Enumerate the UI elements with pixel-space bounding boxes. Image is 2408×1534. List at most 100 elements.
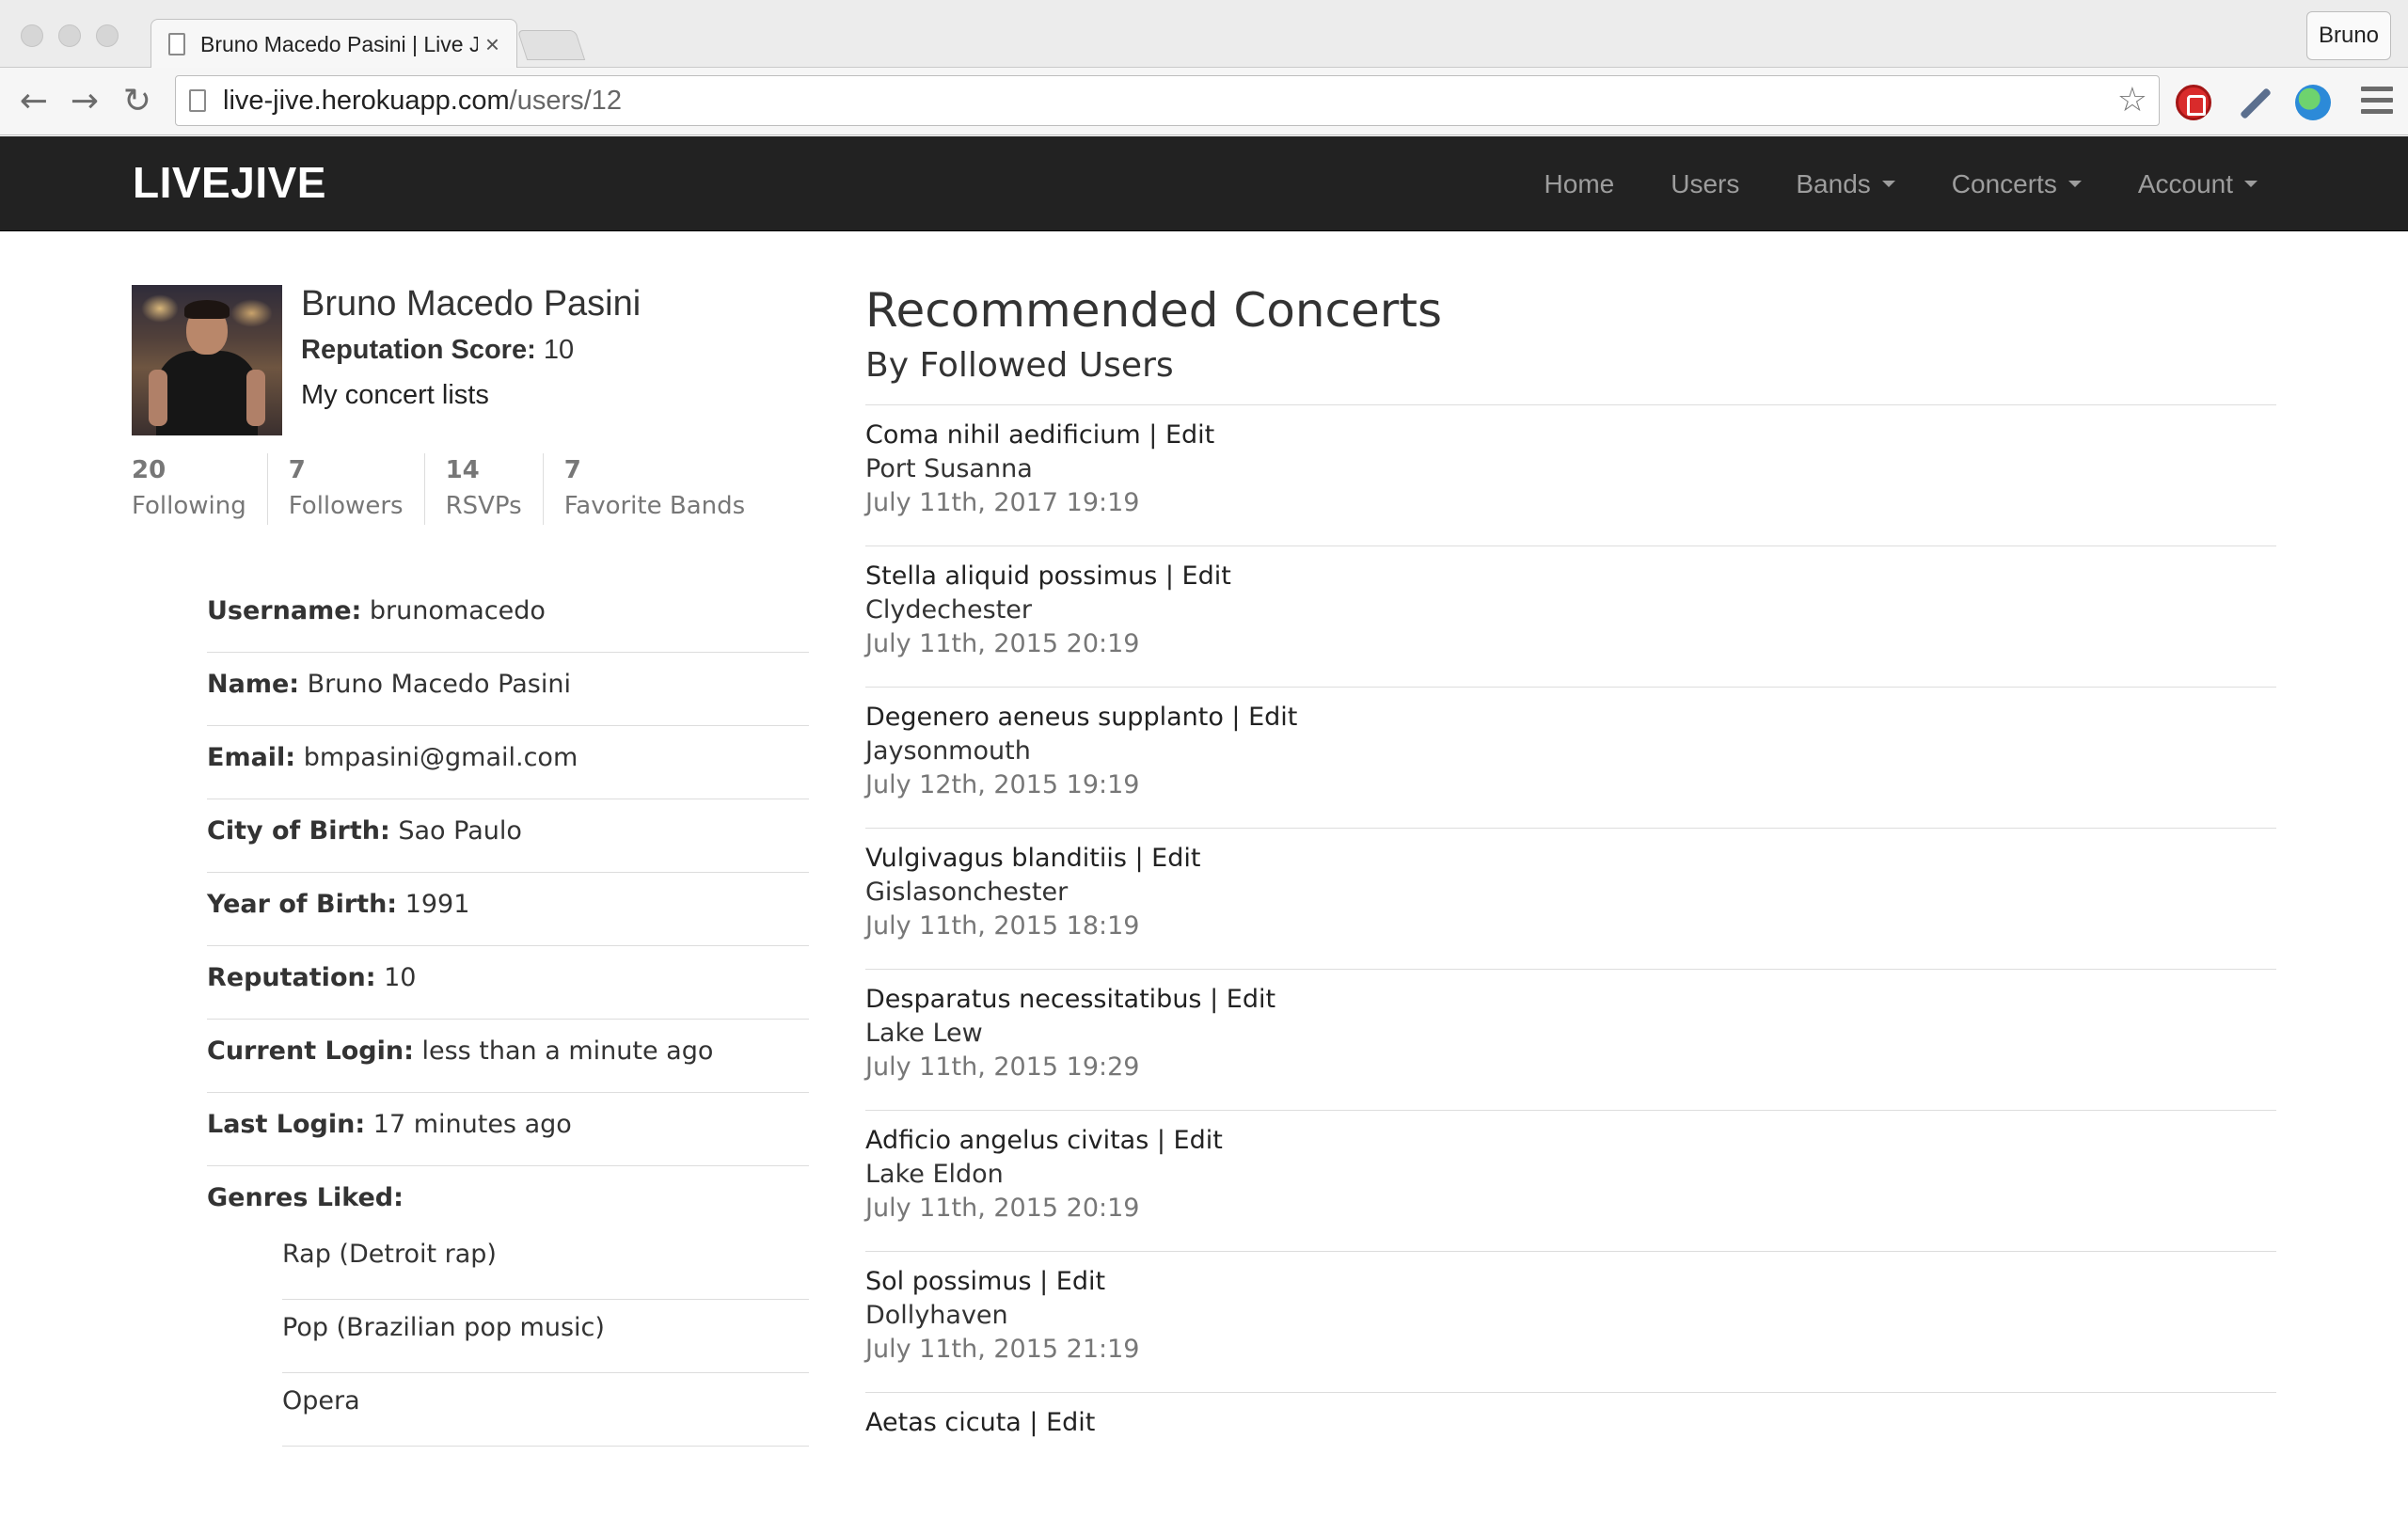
stat-favorite-bands-label: Favorite Bands [563, 492, 746, 520]
stat-following[interactable]: 20 Following [132, 453, 268, 525]
detail-current-login: Current Login: less than a minute ago [207, 1020, 809, 1093]
concert-date: July 12th, 2015 19:19 [865, 770, 1140, 799]
concert-city: Port Susanna [865, 454, 1033, 483]
genre-item: Rap (Detroit rap) [282, 1226, 809, 1300]
stat-following-label: Following [132, 492, 246, 520]
detail-value: less than a minute ago [421, 1036, 714, 1066]
concert-item: Vulgivagus blanditiis | Edit Gislasonche… [865, 829, 2276, 970]
window-close-button[interactable] [21, 24, 43, 47]
nav-concerts-dropdown[interactable]: Concerts [1952, 169, 2082, 199]
tab-close-icon[interactable]: × [485, 30, 499, 59]
concert-item: Coma nihil aedificium | Edit Port Susann… [865, 405, 2276, 546]
window-minimize-button[interactable] [58, 24, 81, 47]
browser-toolbar: ← → ↻ live-jive.herokuapp.com/users/12 ☆ [0, 68, 2408, 135]
concert-city: Lake Lew [865, 1019, 983, 1048]
detail-value: 10 [384, 963, 417, 992]
stat-followers[interactable]: 7 Followers [289, 453, 425, 525]
eyedropper-extension-icon[interactable] [2237, 85, 2273, 120]
concert-title-link[interactable]: Desparatus necessitatibus | Edit [865, 983, 2276, 1017]
concert-title-link[interactable]: Aetas cicuta | Edit [865, 1406, 2276, 1440]
nav-home-label: Home [1544, 168, 1615, 198]
recommended-concerts: Recommended Concerts By Followed Users C… [865, 282, 2276, 1534]
stat-favorite-bands[interactable]: 7 Favorite Bands [564, 453, 766, 525]
concert-title-link[interactable]: Vulgivagus blanditiis | Edit [865, 842, 2276, 876]
concert-title-link[interactable]: Degenero aeneus supplanto | Edit [865, 701, 2276, 735]
brand-logo[interactable]: LIVEJIVE [133, 157, 326, 208]
url-text: live-jive.herokuapp.com/users/12 [223, 86, 622, 117]
concert-title-link[interactable]: Adficio angelus civitas | Edit [865, 1124, 2276, 1158]
stat-rsvps-label: RSVPs [445, 492, 522, 520]
nav-home-link[interactable]: Home [1545, 169, 1615, 199]
concert-title-link[interactable]: Stella aliquid possimus | Edit [865, 560, 2276, 593]
reputation-score-value: 10 [543, 335, 575, 365]
nav-account-dropdown[interactable]: Account [2138, 169, 2258, 199]
nav-account-label: Account [2137, 168, 2233, 198]
profile-button[interactable]: Bruno [2306, 11, 2391, 60]
avatar [132, 285, 282, 435]
reload-icon[interactable]: ↻ [119, 85, 156, 119]
forward-icon[interactable]: → [66, 85, 103, 119]
detail-value: Sao Paulo [398, 816, 522, 846]
genre-item: Pop (Brazilian pop music) [282, 1300, 809, 1373]
concert-date: July 11th, 2015 21:19 [865, 1335, 1140, 1364]
page-icon [168, 33, 185, 55]
concert-date: July 11th, 2017 19:19 [865, 488, 1140, 517]
detail-label: Current Login: [207, 1036, 414, 1066]
caret-down-icon [1881, 181, 1895, 187]
detail-label: Year of Birth: [207, 890, 398, 919]
detail-value: brunomacedo [369, 596, 546, 625]
nav-bands-label: Bands [1796, 168, 1871, 198]
concert-city: Dollyhaven [865, 1301, 1008, 1330]
detail-year-of-birth: Year of Birth: 1991 [207, 873, 809, 946]
caret-down-icon [2244, 181, 2258, 187]
site-navbar: LIVEJIVE Home Users Bands Concerts Accou… [0, 136, 2408, 231]
address-bar[interactable]: live-jive.herokuapp.com/users/12 ☆ [175, 75, 2160, 126]
detail-name: Name: Bruno Macedo Pasini [207, 653, 809, 726]
concert-item: Desparatus necessitatibus | Edit Lake Le… [865, 970, 2276, 1111]
profile-stats: 20 Following 7 Followers 14 RSVPs 7 Favo… [132, 453, 786, 525]
reputation-score-label: Reputation Score: [301, 335, 536, 365]
detail-label: Last Login: [207, 1110, 366, 1139]
page-icon [189, 89, 206, 112]
bookmark-star-icon[interactable]: ☆ [2117, 82, 2147, 119]
detail-label: Name: [207, 670, 300, 699]
detail-username: Username: brunomacedo [207, 579, 809, 653]
new-tab-button[interactable] [516, 30, 586, 60]
detail-value: Bruno Macedo Pasini [307, 670, 571, 699]
concert-city: Jaysonmouth [865, 736, 1031, 766]
detail-value: 17 minutes ago [372, 1110, 572, 1139]
back-icon[interactable]: ← [15, 85, 53, 119]
nav-links: Home Users Bands Concerts Account [1488, 136, 2258, 231]
browser-tab-strip: Bruno Macedo Pasini | Live Jive × Bruno [0, 0, 2408, 69]
caret-down-icon [2067, 181, 2082, 187]
adblock-extension-icon[interactable] [2176, 85, 2211, 120]
concert-item: Degenero aeneus supplanto | Edit Jaysonm… [865, 688, 2276, 829]
profile-details: Username: brunomacedo Name: Bruno Macedo… [207, 579, 809, 1447]
genre-item: Opera [282, 1373, 809, 1447]
detail-value: 1991 [404, 890, 470, 919]
globe-extension-icon[interactable] [2295, 85, 2331, 120]
stat-rsvps[interactable]: 14 RSVPs [446, 453, 544, 525]
nav-bands-dropdown[interactable]: Bands [1796, 168, 1895, 199]
browser-menu-icon[interactable] [2361, 87, 2393, 115]
detail-city-of-birth: City of Birth: Sao Paulo [207, 799, 809, 873]
window-maximize-button[interactable] [96, 24, 119, 47]
concert-title-link[interactable]: Coma nihil aedificium | Edit [865, 419, 2276, 452]
stat-followers-count: 7 [288, 456, 306, 484]
concert-item: Adficio angelus civitas | Edit Lake Eldo… [865, 1111, 2276, 1252]
stat-following-count: 20 [132, 456, 166, 484]
detail-value: bmpasini@gmail.com [303, 743, 578, 772]
concert-title-link[interactable]: Sol possimus | Edit [865, 1265, 2276, 1299]
concert-lists-link[interactable]: My concert lists [301, 380, 489, 411]
detail-last-login: Last Login: 17 minutes ago [207, 1093, 809, 1166]
stat-favorite-bands-count: 7 [563, 456, 581, 484]
concert-date: July 11th, 2015 19:29 [865, 1052, 1140, 1082]
detail-label: Reputation: [207, 963, 376, 992]
stat-followers-label: Followers [288, 492, 404, 520]
browser-tab[interactable]: Bruno Macedo Pasini | Live Jive × [150, 19, 517, 69]
concert-date: July 11th, 2015 18:19 [865, 911, 1140, 941]
reputation-score: Reputation Score: 10 [301, 335, 574, 366]
nav-users-link[interactable]: Users [1671, 169, 1739, 199]
detail-label: Email: [207, 743, 296, 772]
concert-item: Aetas cicuta | Edit [865, 1393, 2276, 1534]
